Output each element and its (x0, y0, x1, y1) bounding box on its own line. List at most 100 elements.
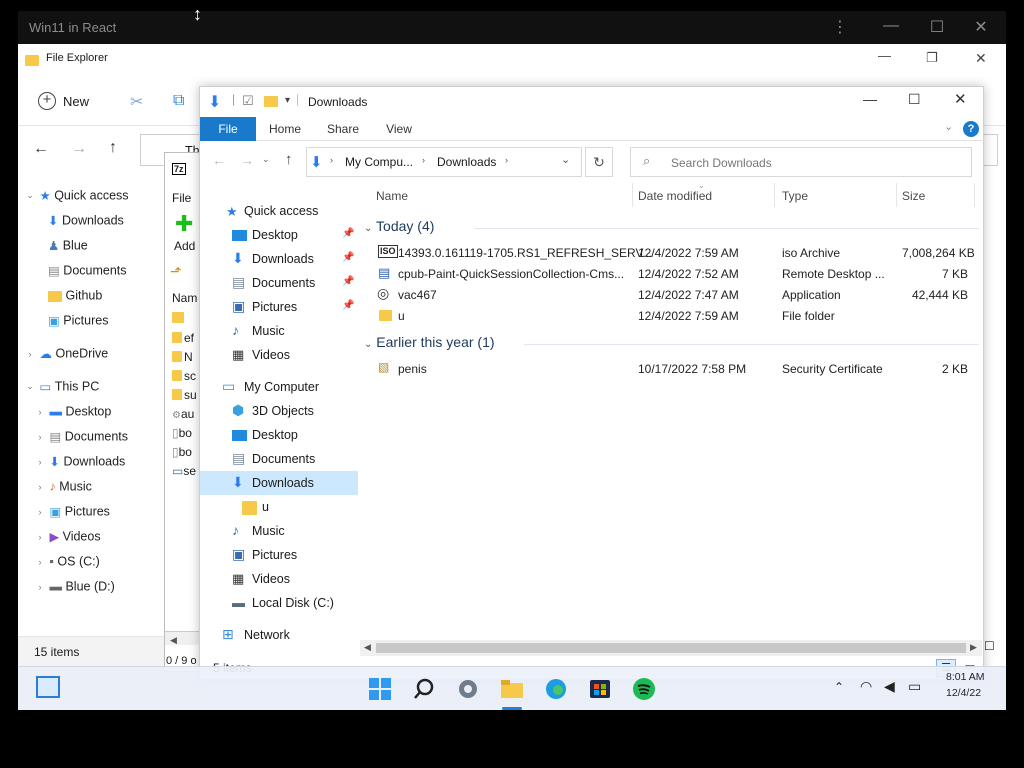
tab-file[interactable]: File (200, 117, 256, 141)
nav-pc-documents[interactable]: › ▤ Documents (34, 429, 129, 451)
search-icon[interactable] (413, 677, 437, 701)
nav-pc-os-c[interactable]: › ▪ OS (C:) (34, 554, 100, 576)
back-arrow-icon[interactable]: ← (33, 140, 49, 158)
store-icon[interactable] (588, 677, 612, 701)
nav-quick-documents[interactable]: ▤ Documents 📌 (200, 271, 358, 295)
column-divider[interactable] (632, 183, 633, 207)
battery-icon[interactable]: ▭ (908, 678, 921, 695)
close-button[interactable]: ✕ (970, 17, 992, 37)
nav-pc-downloads[interactable]: ⬇ Downloads (200, 471, 358, 495)
address-bar[interactable]: ⬇ › My Compu... › Downloads › ⌄ (306, 147, 582, 177)
tab-view[interactable]: View (380, 117, 418, 141)
search-input[interactable]: Search Downloads (671, 156, 772, 170)
zip-row[interactable] (172, 311, 184, 325)
volume-icon[interactable]: ◀ (884, 678, 895, 695)
nav-quick-access[interactable]: ⌄ ★ Quick access (24, 188, 128, 210)
recent-dropdown-icon[interactable]: ⌄ (262, 154, 270, 165)
scroll-right-icon[interactable]: ▶ (970, 642, 977, 653)
nav-quick-downloads[interactable]: ⬇ Downloads 📌 (200, 247, 358, 271)
close-icon[interactable]: ✕ (975, 50, 987, 67)
column-header-date[interactable]: Date modified (638, 189, 712, 203)
nav-item-pictures[interactable]: ▣ Pictures (48, 313, 108, 335)
nav-pc-music[interactable]: ♪ Music (200, 519, 358, 543)
nav-pc-blue-d[interactable]: › ▬ Blue (D:) (34, 579, 115, 601)
wifi-icon[interactable]: ◠ (860, 678, 872, 695)
nav-pc-local-disk-c[interactable]: ▬ Local Disk (C:) (200, 591, 358, 615)
file-row[interactable]: ▤ cpub-Paint-QuickSessionCollection-Cms.… (360, 263, 982, 284)
group-today[interactable]: ⌄ Today (4) (364, 218, 979, 234)
scroll-thumb[interactable] (376, 643, 966, 653)
group-earlier-this-year[interactable]: ⌄ Earlier this year (1) (364, 334, 979, 350)
nav-pc-videos[interactable]: › ▶ Videos (34, 529, 101, 551)
nav-this-pc[interactable]: ⌄ ▭ This PC (24, 379, 99, 401)
nav-item-blue[interactable]: ♟ Blue (48, 238, 88, 260)
forward-arrow-icon[interactable]: → (240, 152, 254, 168)
properties-icon[interactable]: ☑ (242, 93, 254, 109)
back-arrow-icon[interactable]: ← (212, 152, 226, 168)
nav-item-github[interactable]: Github (48, 288, 102, 310)
restore-icon[interactable]: ❐ (926, 50, 938, 66)
nav-pc-pictures[interactable]: ▣ Pictures (200, 543, 358, 567)
column-header-name[interactable]: Name (376, 189, 408, 203)
nav-item-documents[interactable]: ▤ Documents (48, 263, 127, 285)
zip-file-menu[interactable]: File (172, 191, 191, 205)
zip-row[interactable]: sc (172, 369, 196, 383)
copy-icon[interactable]: ⧉ (173, 92, 184, 110)
new-button[interactable]: New (63, 94, 89, 109)
nav-pc-music[interactable]: › ♪ Music (34, 479, 92, 501)
up-arrow-icon[interactable]: ↑ (285, 151, 293, 168)
zip-row[interactable]: ▯bo (172, 426, 192, 440)
forward-arrow-icon[interactable]: → (71, 140, 87, 158)
file-row[interactable]: ▧ penis 10/17/2022 7:58 PM Security Cert… (360, 358, 982, 379)
zip-row[interactable]: N (172, 350, 193, 364)
new-icon[interactable]: + (38, 92, 56, 110)
start-icon[interactable] (368, 677, 392, 701)
edge-icon[interactable] (544, 677, 568, 701)
clock-date[interactable]: 12/4/22 (946, 687, 981, 699)
nav-pc-downloads[interactable]: › ⬇ Downloads (34, 454, 126, 476)
column-header-type[interactable]: Type (782, 189, 808, 203)
nav-pc-pictures[interactable]: › ▣ Pictures (34, 504, 110, 526)
maximize-button[interactable]: ☐ (908, 91, 921, 108)
minimize-button[interactable]: — (880, 17, 902, 37)
horizontal-scrollbar[interactable]: ◀ ▶ (360, 640, 982, 656)
clock-time[interactable]: 8:01 AM (946, 671, 985, 683)
nav-pc-3d-objects[interactable]: ⬢ 3D Objects (200, 399, 358, 423)
more-icon[interactable]: ⋮ (829, 17, 851, 37)
tab-home[interactable]: Home (264, 117, 306, 141)
nav-quick-music[interactable]: ♪ Music (200, 319, 358, 343)
scroll-left-icon[interactable]: ◀ (364, 642, 371, 653)
breadcrumb-my-computer[interactable]: My Compu... (345, 155, 413, 169)
nav-pc-documents[interactable]: ▤ Documents (200, 447, 358, 471)
nav-item-downloads[interactable]: ⬇ Downloads (48, 213, 124, 235)
nav-pc-desktop[interactable]: › ▬ Desktop (34, 404, 112, 426)
nav-pc-u[interactable]: u (200, 495, 358, 519)
zip-row[interactable]: ▭se (172, 464, 196, 478)
search-box[interactable]: ⌕ Search Downloads (630, 147, 972, 177)
nav-onedrive[interactable]: › ☁ OneDrive (24, 346, 109, 368)
nav-quick-access[interactable]: ★ Quick access (200, 199, 358, 223)
nav-network[interactable]: ⊞ Network (200, 623, 358, 647)
address-dropdown-icon[interactable]: ⌄ (561, 153, 570, 166)
zip-row[interactable]: ⚙au (172, 407, 194, 421)
customize-dropdown-icon[interactable]: ▾ (285, 95, 290, 106)
minimize-button[interactable]: — (863, 91, 877, 107)
up-arrow-icon[interactable]: ↑ (109, 139, 117, 157)
nav-pc-videos[interactable]: ▦ Videos (200, 567, 358, 591)
spotify-icon[interactable] (632, 677, 656, 701)
nav-quick-pictures[interactable]: ▣ Pictures 📌 (200, 295, 358, 319)
refresh-button[interactable]: ↻ (585, 147, 613, 177)
maximize-button[interactable]: ☐ (926, 17, 948, 37)
cut-icon[interactable]: ✂ (130, 92, 143, 112)
zip-row[interactable]: su (172, 388, 197, 402)
help-icon[interactable]: ? (963, 121, 979, 137)
settings-icon[interactable] (456, 677, 480, 701)
up-folder-icon[interactable]: ⬏ (170, 263, 182, 280)
zip-row[interactable]: ef (172, 331, 194, 345)
file-explorer-icon[interactable] (500, 677, 524, 701)
breadcrumb-downloads[interactable]: Downloads (437, 155, 496, 169)
new-folder-icon[interactable] (264, 96, 278, 107)
ribbon-expand-icon[interactable]: ⌄ (944, 120, 953, 133)
close-button[interactable]: ✕ (954, 90, 967, 108)
column-divider[interactable] (896, 183, 897, 207)
